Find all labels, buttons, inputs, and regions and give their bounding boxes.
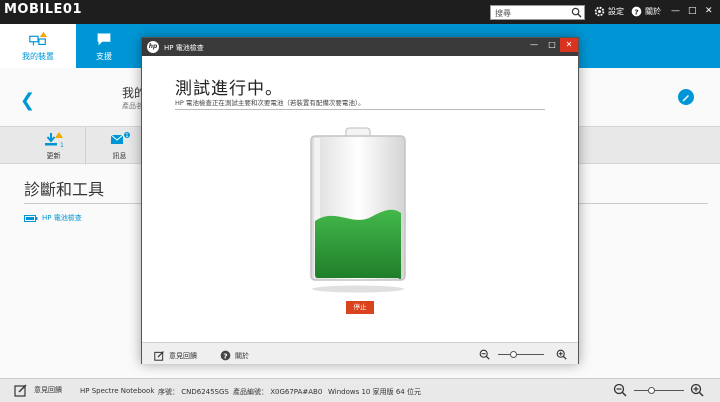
diagnostics-title: 診斷和工具 <box>24 180 105 199</box>
dialog-close-button[interactable]: ✕ <box>560 38 578 52</box>
gear-icon <box>594 6 605 17</box>
feedback-icon <box>154 351 164 361</box>
dialog-divider <box>175 109 545 110</box>
status-bar: 意見回饋 HP Spectre Notebook 序號： CND6245SGS … <box>0 378 720 402</box>
battery-fluid <box>315 209 401 279</box>
search-input[interactable]: 搜尋 <box>490 5 585 20</box>
serial-number: 序號： CND6245SGS <box>158 388 229 396</box>
zoom-out-icon[interactable] <box>613 383 627 397</box>
stop-button[interactable]: 停止 <box>346 301 374 314</box>
download-icon: 1 <box>44 132 64 149</box>
watermark: MOBILE01 <box>4 2 82 17</box>
settings-label: 設定 <box>608 7 624 16</box>
zoom-slider[interactable] <box>634 387 684 394</box>
feedback-button[interactable]: 意見回饋 <box>14 383 62 397</box>
dialog-heading: 測試進行中。 <box>175 79 283 99</box>
tab-support-label: 支援 <box>96 52 112 61</box>
pencil-icon <box>682 95 689 102</box>
dialog-footer: 意見回饋 ? 關於 <box>142 342 578 364</box>
svg-text:1: 1 <box>60 142 64 149</box>
mail-icon: 1 <box>110 132 130 144</box>
dialog-minimize-button[interactable]: — <box>526 38 542 52</box>
search-placeholder: 搜尋 <box>495 9 511 18</box>
dialog-title-bar: hp HP 電池檢查 — □ ✕ <box>142 38 578 56</box>
os-version: Windows 10 家用版 64 位元 <box>328 388 421 396</box>
tab-my-devices-label: 我的裝置 <box>22 52 54 61</box>
back-button[interactable]: ❮ <box>20 90 35 111</box>
zoom-out-icon[interactable] <box>479 349 490 360</box>
battery-check-dialog: hp HP 電池檢查 — □ ✕ 測試進行中。 HP 電池檢查正在測試主要和次要… <box>141 37 579 364</box>
minimize-button[interactable]: — <box>671 6 680 16</box>
dialog-description: HP 電池檢查正在測試主要和次要電池（若裝置有配備次要電池）。 <box>175 99 365 107</box>
maximize-button[interactable]: □ <box>688 6 697 16</box>
battery-check-link[interactable]: HP 電池檢查 <box>24 213 82 223</box>
title-bar: MOBILE01 搜尋 設定 ? 關於 — □ ✕ <box>0 0 720 24</box>
zoom-in-icon[interactable] <box>556 349 567 360</box>
product-name: HP Spectre Notebook <box>80 387 155 395</box>
dialog-about-button[interactable]: ? 關於 <box>220 350 249 361</box>
tab-my-devices[interactable]: 我的裝置 <box>0 24 76 68</box>
feedback-label: 意見回饋 <box>34 386 62 394</box>
dialog-maximize-button[interactable]: □ <box>544 38 560 52</box>
svg-text:?: ? <box>634 7 638 16</box>
help-label: 關於 <box>645 7 661 16</box>
devices-icon <box>29 31 48 46</box>
dialog-about-label: 關於 <box>235 351 249 360</box>
strip-item-updates-label: 更新 <box>46 152 61 160</box>
battery-check-label: HP 電池檢查 <box>42 214 82 222</box>
help-button[interactable]: ? 關於 <box>631 6 661 17</box>
strip-item-updates[interactable]: 1 更新 <box>22 127 86 165</box>
zoom-slider-handle[interactable] <box>648 387 655 394</box>
search-icon[interactable] <box>571 7 582 18</box>
dialog-feedback-button[interactable]: 意見回饋 <box>154 350 197 361</box>
help-icon: ? <box>220 350 231 361</box>
battery-icon <box>24 214 38 222</box>
battery-graphic <box>310 127 406 293</box>
feedback-icon <box>14 384 27 397</box>
strip-item-messages-label: 訊息 <box>112 152 127 160</box>
device-subtitle: 產品名 <box>122 102 143 110</box>
hp-logo: hp <box>147 41 159 53</box>
svg-text:1: 1 <box>125 133 128 139</box>
dialog-feedback-label: 意見回饋 <box>169 351 197 360</box>
help-icon: ? <box>631 6 642 17</box>
edit-button[interactable] <box>678 89 694 105</box>
dialog-title: HP 電池檢查 <box>164 44 204 52</box>
dialog-zoom-slider[interactable] <box>498 351 544 358</box>
zoom-in-icon[interactable] <box>690 383 704 397</box>
svg-text:?: ? <box>223 351 227 360</box>
product-number: 產品編號： X0G67PA#AB0 <box>233 388 323 396</box>
dialog-zoom-slider-handle[interactable] <box>510 351 517 358</box>
close-button[interactable]: ✕ <box>705 6 713 16</box>
settings-button[interactable]: 設定 <box>594 6 624 17</box>
chat-icon <box>97 33 111 46</box>
tab-support[interactable]: 支援 <box>66 24 142 68</box>
